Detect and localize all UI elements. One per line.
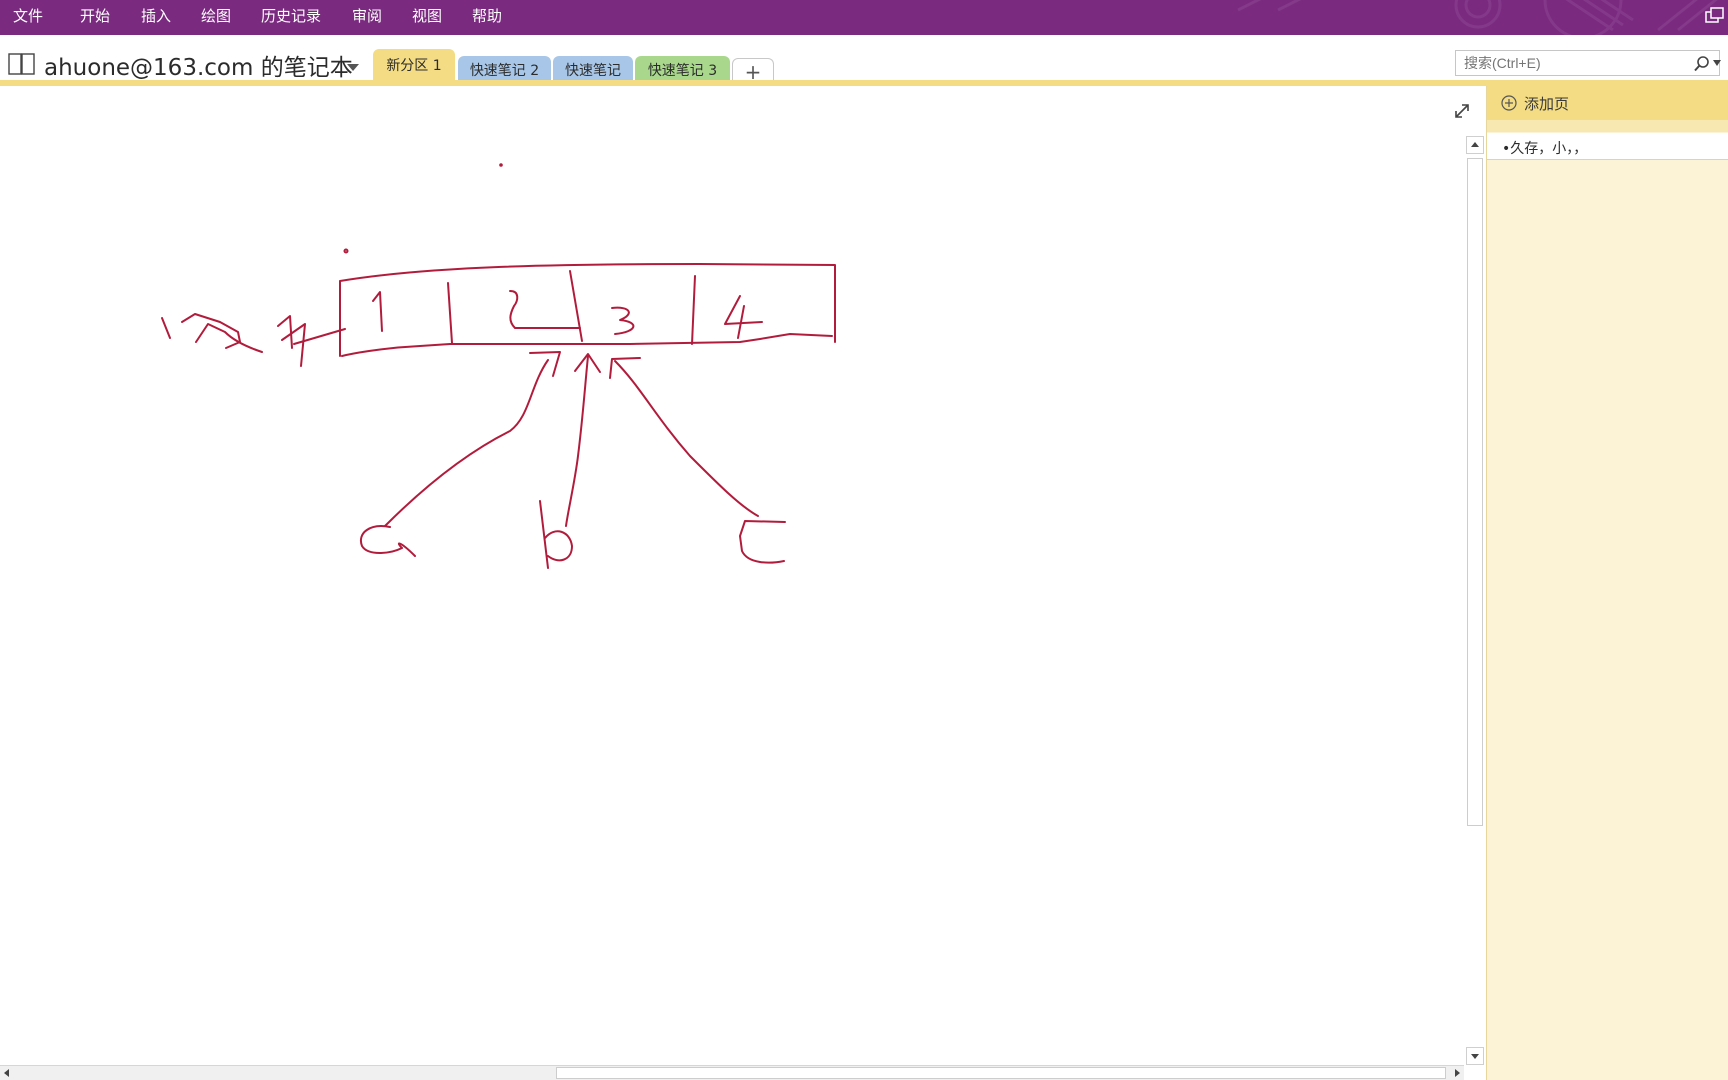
triangle-up-icon bbox=[1471, 142, 1479, 147]
menu-home[interactable]: 开始 bbox=[80, 0, 110, 35]
page-list-spacer bbox=[1487, 120, 1728, 132]
search-icon[interactable] bbox=[1693, 55, 1711, 73]
horizontal-scroll-thumb[interactable] bbox=[556, 1067, 1446, 1079]
page-title: •久存，小，， bbox=[1502, 141, 1588, 157]
section-tab-bar: ahuone@163.com 的笔记本 新分区 1 快速笔记 2 快速笔记 快速… bbox=[0, 35, 1728, 89]
letter-a bbox=[359, 525, 416, 557]
ink-drawing bbox=[161, 163, 836, 569]
search-input[interactable] bbox=[1462, 53, 1682, 73]
letter-b bbox=[539, 500, 573, 569]
horizontal-scrollbar[interactable] bbox=[0, 1065, 1464, 1080]
search-box[interactable] bbox=[1455, 50, 1721, 76]
label-neicun bbox=[161, 313, 346, 367]
digit-2 bbox=[509, 290, 581, 329]
window-restore-icon[interactable] bbox=[1704, 6, 1726, 26]
triangle-down-icon bbox=[1471, 1054, 1479, 1059]
triangle-right-icon[interactable] bbox=[1450, 1066, 1464, 1080]
page-list-panel: 添加页 •久存，小，， bbox=[1486, 86, 1728, 1080]
expand-icon[interactable] bbox=[1452, 101, 1472, 121]
menu-review[interactable]: 审阅 bbox=[352, 0, 382, 35]
ink-dot bbox=[499, 163, 503, 167]
array-cell-divider bbox=[569, 270, 583, 342]
pointer-line-b bbox=[565, 355, 589, 527]
pointer-line-a bbox=[384, 359, 549, 527]
menu-history[interactable]: 历史记录 bbox=[261, 0, 321, 35]
ink-dot bbox=[343, 248, 349, 254]
array-box-outline bbox=[339, 263, 836, 357]
menu-file[interactable]: 文件 bbox=[13, 0, 43, 35]
array-cell-divider bbox=[691, 275, 696, 345]
chevron-down-icon[interactable] bbox=[346, 62, 360, 72]
add-page-button[interactable]: 添加页 bbox=[1487, 86, 1728, 120]
vertical-scrollbar[interactable] bbox=[1464, 136, 1486, 1065]
scroll-up-button[interactable] bbox=[1466, 136, 1484, 154]
add-page-label: 添加页 bbox=[1524, 95, 1570, 113]
search-scope-dropdown-icon[interactable] bbox=[1713, 60, 1721, 66]
scroll-down-button[interactable] bbox=[1466, 1047, 1484, 1065]
menu-draw[interactable]: 绘图 bbox=[201, 0, 231, 35]
notebook-title[interactable]: ahuone@163.com 的笔记本 bbox=[44, 48, 353, 82]
menu-insert[interactable]: 插入 bbox=[141, 0, 171, 35]
banner-decoration bbox=[1237, 0, 1718, 35]
page-canvas[interactable] bbox=[0, 86, 1464, 1065]
menu-view[interactable]: 视图 bbox=[412, 0, 442, 35]
digit-3 bbox=[611, 306, 635, 335]
digit-4 bbox=[724, 295, 763, 339]
letter-c bbox=[739, 520, 786, 564]
menu-help[interactable]: 帮助 bbox=[472, 0, 502, 35]
digit-1 bbox=[372, 291, 383, 332]
notebook-icon[interactable] bbox=[8, 53, 36, 75]
array-cell-divider bbox=[447, 282, 453, 344]
plus-circle-icon bbox=[1501, 95, 1517, 111]
triangle-left-icon[interactable] bbox=[0, 1066, 14, 1080]
page-list-item[interactable]: •久存，小，， bbox=[1487, 133, 1728, 160]
pointer-line-c bbox=[614, 360, 759, 517]
menu-bar: 文件 开始 插入 绘图 历史记录 审阅 视图 帮助 bbox=[0, 0, 1728, 35]
vertical-scroll-thumb[interactable] bbox=[1467, 158, 1483, 826]
